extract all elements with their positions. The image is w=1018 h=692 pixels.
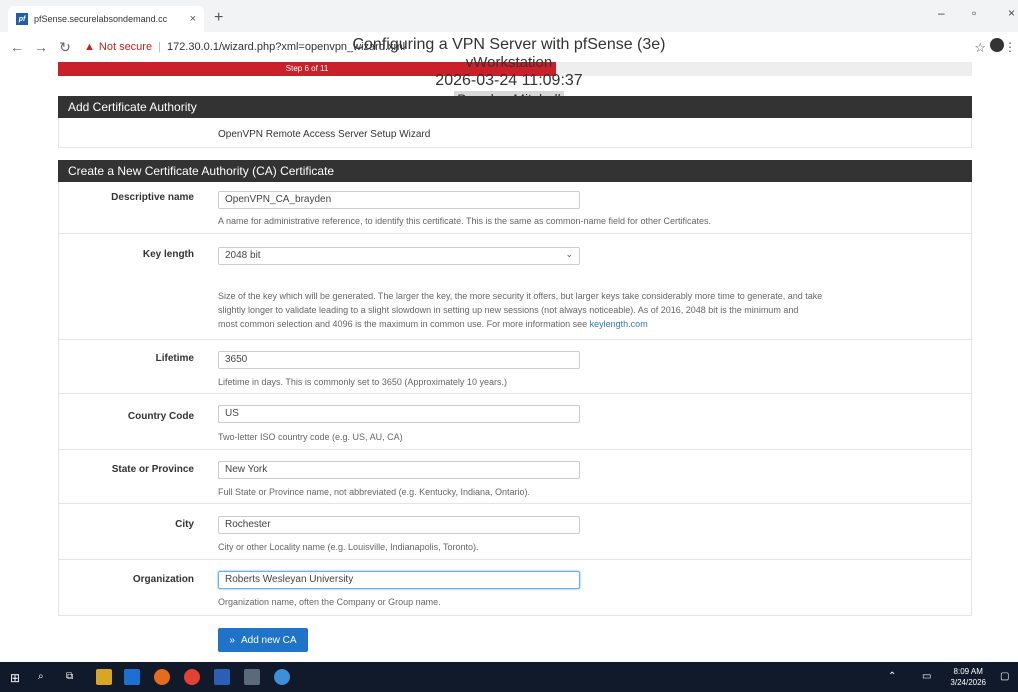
app-icon[interactable]	[274, 669, 290, 685]
chrome-icon[interactable]	[184, 669, 200, 685]
country-code-row: Country Code US Two-letter ISO country c…	[58, 394, 972, 450]
organization-help: Organization name, often the Company or …	[218, 597, 441, 607]
keylength-link[interactable]: keylength.com	[590, 319, 648, 329]
wizard-progress-bar: Step 6 of 11	[58, 62, 972, 76]
profile-avatar-icon[interactable]	[990, 38, 1004, 52]
task-view-icon[interactable]: ⧉	[66, 671, 73, 682]
state-help: Full State or Province name, not abbrevi…	[218, 487, 530, 497]
network-icon[interactable]: ▭	[922, 671, 931, 682]
menu-kebab-icon[interactable]: ⋮	[1004, 40, 1016, 54]
add-new-ca-button[interactable]: » Add new CA	[218, 628, 308, 652]
descriptive-name-help: A name for administrative reference, to …	[218, 216, 712, 226]
city-row: City Rochester City or other Locality na…	[58, 504, 972, 560]
descriptive-name-input[interactable]: OpenVPN_CA_brayden	[218, 191, 580, 209]
browser-tab[interactable]: pf pfSense.securelabsondemand.cc ×	[8, 6, 204, 32]
key-length-row: Key length 2048 bit ⌄ Size of the key wh…	[58, 234, 972, 340]
country-code-help: Two-letter ISO country code (e.g. US, AU…	[218, 432, 403, 442]
lifetime-row: Lifetime 3650 Lifetime in days. This is …	[58, 340, 972, 394]
lifetime-label: Lifetime	[155, 353, 194, 364]
key-length-label: Key length	[142, 249, 194, 260]
bookmark-star-icon[interactable]: ☆	[974, 40, 986, 56]
chevron-down-icon: ⌄	[565, 249, 573, 259]
windows-taskbar: ⊞ ⌕ ⧉ ⌃ ▭ 8:09 AM 3/24/2026 ▢	[0, 662, 1018, 692]
url-separator: |	[158, 41, 161, 53]
add-new-ca-label: Add new CA	[240, 634, 297, 646]
reload-icon[interactable]: ↻	[58, 39, 72, 56]
edge-browser-icon[interactable]	[124, 669, 140, 685]
back-arrow-icon[interactable]: ←	[10, 39, 24, 55]
organization-row: Organization Roberts Wesleyan University…	[58, 560, 972, 616]
double-chevron-right-icon: »	[229, 634, 235, 646]
city-label: City	[175, 519, 194, 530]
restore-button[interactable]: ▫	[972, 6, 976, 20]
clock-time: 8:09 AM	[953, 667, 983, 676]
tab-title: pfSense.securelabsondemand.cc	[34, 14, 168, 24]
omnibox[interactable]: ▲ Not secure | 172.30.0.1/wizard.php?xml…	[84, 41, 405, 53]
country-code-input[interactable]: US	[218, 405, 580, 423]
close-window-button[interactable]: ×	[1008, 6, 1015, 20]
tab-bar: pf pfSense.securelabsondemand.cc × + – ▫…	[0, 0, 1018, 32]
search-icon[interactable]: ⌕	[38, 671, 44, 682]
lifetime-input[interactable]: 3650	[218, 351, 580, 369]
key-length-help-3-text: most common selection and 4096 is the ma…	[218, 319, 590, 329]
tab-close-icon[interactable]: ×	[190, 13, 196, 25]
organization-label: Organization	[132, 574, 194, 585]
state-input[interactable]: New York	[218, 461, 580, 479]
lifetime-help: Lifetime in days. This is commonly set t…	[218, 377, 507, 387]
clock-date: 3/24/2026	[950, 678, 986, 687]
browser-chrome: pf pfSense.securelabsondemand.cc × + – ▫…	[0, 0, 1018, 62]
organization-input[interactable]: Roberts Wesleyan University	[218, 571, 580, 589]
state-row: State or Province New York Full State or…	[58, 450, 972, 504]
add-ca-header: Add Certificate Authority	[58, 96, 972, 118]
city-input[interactable]: Rochester	[218, 516, 580, 534]
key-length-help-2: slightly longer to validate leading to a…	[218, 305, 799, 315]
descriptive-name-label: Descriptive name	[111, 192, 194, 203]
wizard-title-row: OpenVPN Remote Access Server Setup Wizar…	[58, 118, 972, 148]
key-length-select[interactable]: 2048 bit ⌄	[218, 247, 580, 265]
warning-triangle-icon: ▲	[84, 41, 95, 53]
url-text[interactable]: 172.30.0.1/wizard.php?xml=openvpn_wizard…	[167, 41, 405, 53]
city-help: City or other Locality name (e.g. Louisv…	[218, 542, 479, 552]
forward-arrow-icon[interactable]: →	[34, 39, 48, 55]
clock[interactable]: 8:09 AM 3/24/2026	[950, 666, 986, 688]
powershell-icon[interactable]	[214, 669, 230, 685]
descriptive-name-row: Descriptive name OpenVPN_CA_brayden A na…	[58, 182, 972, 234]
address-bar: ← → ↻ ▲ Not secure | 172.30.0.1/wizard.p…	[0, 32, 1018, 62]
minimize-button[interactable]: –	[938, 6, 945, 20]
progress-fill: Step 6 of 11	[58, 62, 557, 76]
pfsense-favicon-icon: pf	[16, 13, 28, 25]
new-tab-button[interactable]: +	[214, 9, 223, 27]
file-explorer-icon[interactable]	[96, 669, 112, 685]
key-length-help-1: Size of the key which will be generated.…	[218, 291, 823, 301]
tray-chevron-up-icon[interactable]: ⌃	[888, 671, 896, 682]
key-length-value: 2048 bit	[225, 250, 261, 261]
create-ca-header: Create a New Certificate Authority (CA) …	[58, 160, 972, 182]
windows-start-icon[interactable]: ⊞	[10, 671, 20, 685]
state-label: State or Province	[111, 464, 194, 475]
notifications-icon[interactable]: ▢	[1000, 671, 1009, 682]
key-length-help-3: most common selection and 4096 is the ma…	[218, 318, 648, 331]
country-code-label: Country Code	[127, 411, 194, 422]
wizard-title: OpenVPN Remote Access Server Setup Wizar…	[218, 129, 431, 140]
terminal-icon[interactable]	[244, 669, 260, 685]
not-secure-label: Not secure	[98, 41, 153, 53]
firefox-icon[interactable]	[154, 669, 170, 685]
